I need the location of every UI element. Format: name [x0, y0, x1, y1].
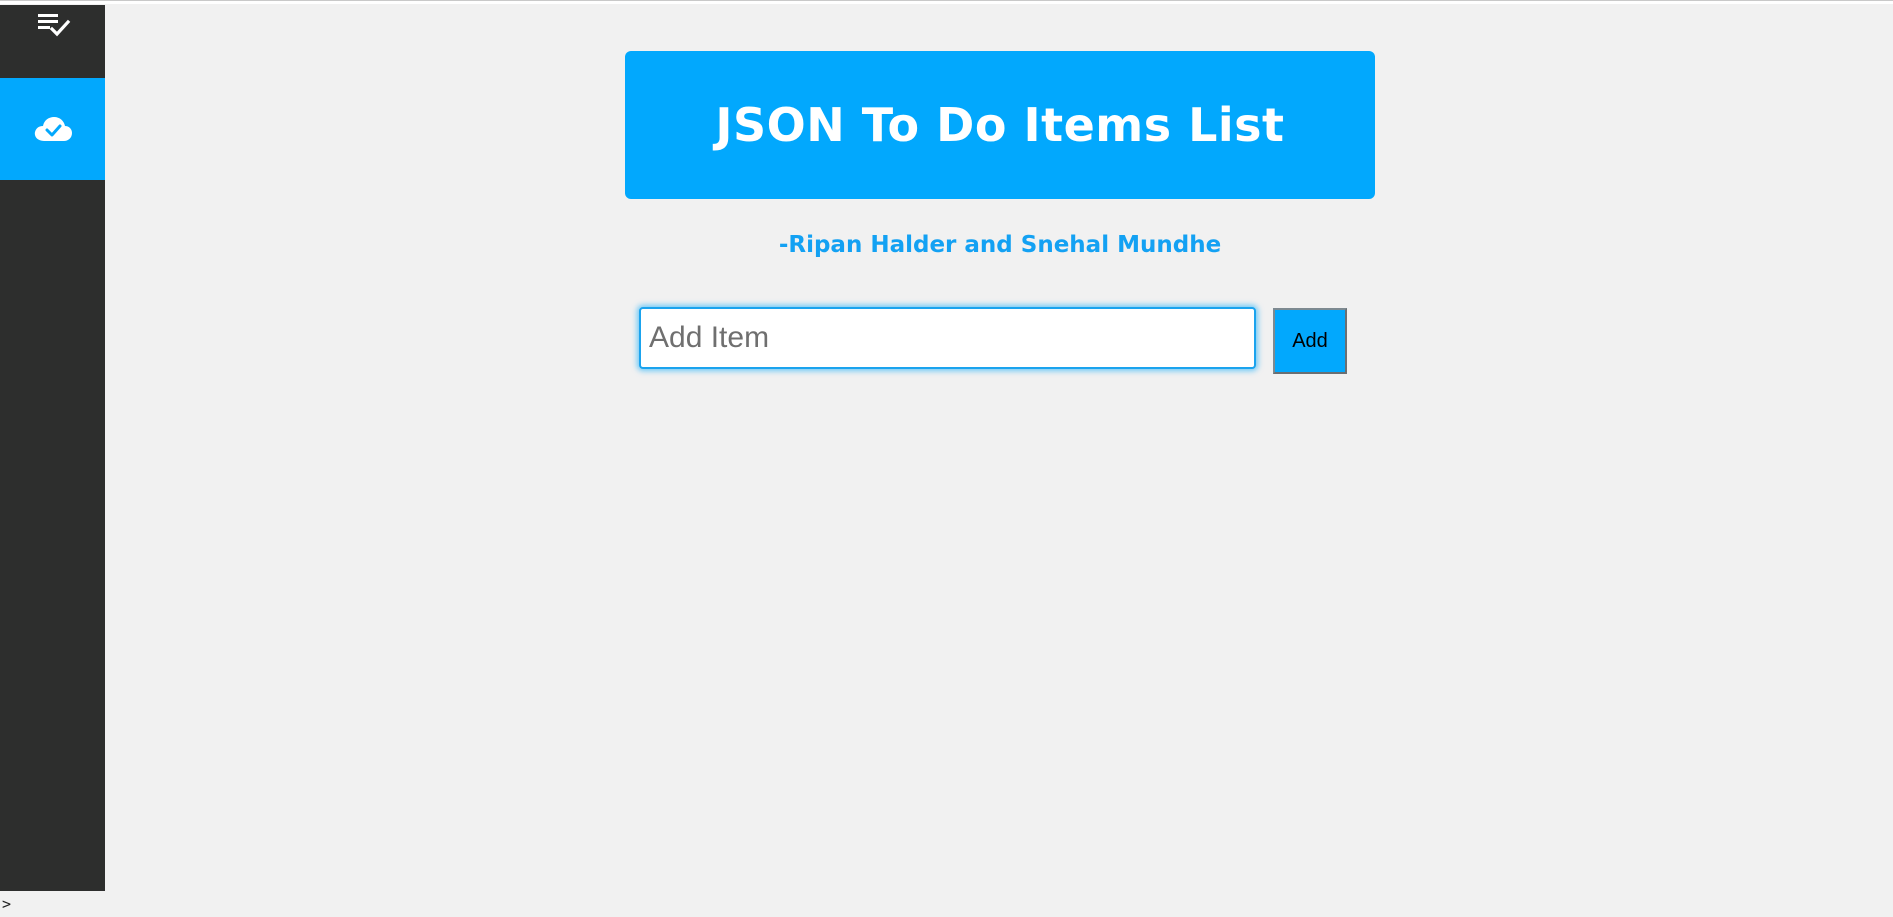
playlist-check-icon	[35, 10, 71, 40]
sidebar	[0, 5, 105, 891]
page-title: JSON To Do Items List	[715, 98, 1285, 152]
author-credit: -Ripan Halder and Snehal Mundhe	[778, 232, 1222, 258]
header-banner: JSON To Do Items List	[625, 51, 1375, 199]
add-button[interactable]: Add	[1273, 308, 1347, 374]
add-item-input[interactable]	[639, 307, 1256, 369]
cloud-check-icon	[33, 114, 73, 144]
console-prompt: >	[2, 895, 12, 913]
window-top-border	[0, 0, 1893, 4]
sidebar-item-todo-list[interactable]	[0, 5, 105, 78]
sidebar-item-cloud[interactable]	[0, 78, 105, 180]
